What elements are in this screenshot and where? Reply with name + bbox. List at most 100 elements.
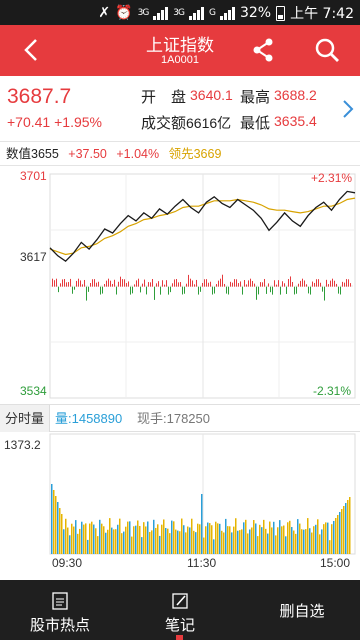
indicator-leader: 领先3669 xyxy=(168,147,222,161)
volume-bar xyxy=(185,532,187,554)
momentum-bar xyxy=(338,286,339,294)
open-value: 3640.1 xyxy=(190,87,233,103)
turnover-value: 6616亿 xyxy=(186,115,232,131)
pct-axis-top: +2.31% xyxy=(311,171,353,185)
momentum-bar xyxy=(260,282,261,287)
momentum-bar xyxy=(96,282,97,287)
momentum-bar xyxy=(54,280,55,287)
current-price: 3687.7 xyxy=(7,85,72,108)
momentum-bar xyxy=(80,280,81,287)
nav-market-hot[interactable]: 股市热点 xyxy=(20,580,100,640)
volume-bar xyxy=(181,518,183,554)
momentum-bar xyxy=(246,284,247,287)
momentum-bar xyxy=(198,286,199,295)
momentum-bar xyxy=(264,278,265,287)
momentum-bar xyxy=(172,283,173,287)
indicator-percent: +1.04% xyxy=(116,147,160,161)
volume-bar xyxy=(155,527,157,554)
volume-max-label: 1373.2 xyxy=(4,438,41,452)
momentum-bar xyxy=(60,283,61,287)
tab-volume-chart[interactable]: 分时量 xyxy=(0,405,50,432)
nav-delete-watchlist[interactable]: 删自选 xyxy=(262,580,342,640)
volume-bar xyxy=(159,535,161,554)
momentum-bar xyxy=(68,282,69,287)
momentum-bar xyxy=(268,283,269,287)
momentum-bar xyxy=(72,286,73,294)
y-axis-bottom: 3534 xyxy=(20,384,47,398)
volume-bar xyxy=(147,521,149,554)
momentum-bar xyxy=(114,279,115,287)
momentum-bar xyxy=(344,282,345,287)
volume-bar xyxy=(213,539,215,554)
volume-bar xyxy=(301,529,303,554)
search-icon[interactable] xyxy=(313,36,341,64)
current-hand: 现手:178250 xyxy=(137,411,210,426)
volume-bar xyxy=(277,527,279,554)
momentum-bar xyxy=(206,279,207,287)
volume-bar xyxy=(249,529,251,554)
bottom-nav: 股市热点 笔记 删自选 xyxy=(0,580,360,640)
momentum-bar xyxy=(150,282,151,287)
momentum-bar xyxy=(130,286,131,295)
momentum-bar xyxy=(240,281,241,287)
signal-bars-icon-3 xyxy=(219,6,235,20)
volume-bar xyxy=(291,527,293,554)
momentum-bar xyxy=(210,281,211,287)
momentum-bar xyxy=(190,278,191,287)
volume-bar xyxy=(177,530,179,554)
volume-bar xyxy=(333,521,335,554)
indicator-value: 数值3655 xyxy=(6,147,59,161)
momentum-bar xyxy=(236,279,237,287)
momentum-bar xyxy=(56,278,57,287)
volume-bar xyxy=(299,523,301,554)
momentum-bar xyxy=(98,281,99,287)
volume-bar xyxy=(157,524,159,554)
volume-bar xyxy=(343,506,345,554)
momentum-bar xyxy=(200,286,201,292)
volume-bar xyxy=(91,521,93,554)
momentum-bar xyxy=(280,286,281,295)
volume-bar xyxy=(67,527,69,554)
signal-g-label: G xyxy=(209,8,216,18)
volume-bar xyxy=(165,527,167,554)
nav-notes[interactable]: 笔记 xyxy=(145,580,215,640)
volume-bar xyxy=(89,523,91,554)
volume-bar xyxy=(131,536,133,554)
volume-bar xyxy=(335,518,337,554)
volume-bar xyxy=(73,526,75,554)
momentum-bar xyxy=(296,286,297,294)
share-icon[interactable] xyxy=(250,37,276,63)
battery-percent: 32% xyxy=(239,5,272,21)
volume-bar xyxy=(279,520,281,554)
chevron-right-icon[interactable] xyxy=(341,98,355,120)
momentum-bar xyxy=(94,279,95,287)
volume-bar xyxy=(275,535,277,554)
momentum-bar xyxy=(318,279,319,287)
momentum-bar xyxy=(88,286,89,292)
momentum-bar xyxy=(274,280,275,287)
momentum-bar xyxy=(134,284,135,287)
volume-bar xyxy=(119,518,121,554)
pct-axis-bottom: -2.31% xyxy=(313,384,352,398)
volume-bar xyxy=(269,521,271,554)
momentum-bar xyxy=(196,279,197,287)
volume-bar xyxy=(161,524,163,554)
volume-bar xyxy=(95,528,97,554)
momentum-bar xyxy=(228,286,229,295)
high-label: 最高 xyxy=(240,89,271,106)
volume-bar xyxy=(191,518,193,554)
volume-bar xyxy=(283,525,285,554)
momentum-bar xyxy=(156,283,157,287)
signal-3g-label-2: 3G xyxy=(173,8,185,18)
momentum-bar xyxy=(122,279,123,287)
volume-bar xyxy=(93,524,95,554)
momentum-bar xyxy=(308,286,309,294)
volume-bar xyxy=(307,518,309,554)
volume-bar xyxy=(241,529,243,554)
volume-bar xyxy=(257,536,259,554)
volume-bar xyxy=(341,509,343,554)
volume-bar xyxy=(65,518,67,554)
momentum-bar xyxy=(332,278,333,287)
volume-bar xyxy=(309,528,311,554)
momentum-bar xyxy=(128,281,129,287)
